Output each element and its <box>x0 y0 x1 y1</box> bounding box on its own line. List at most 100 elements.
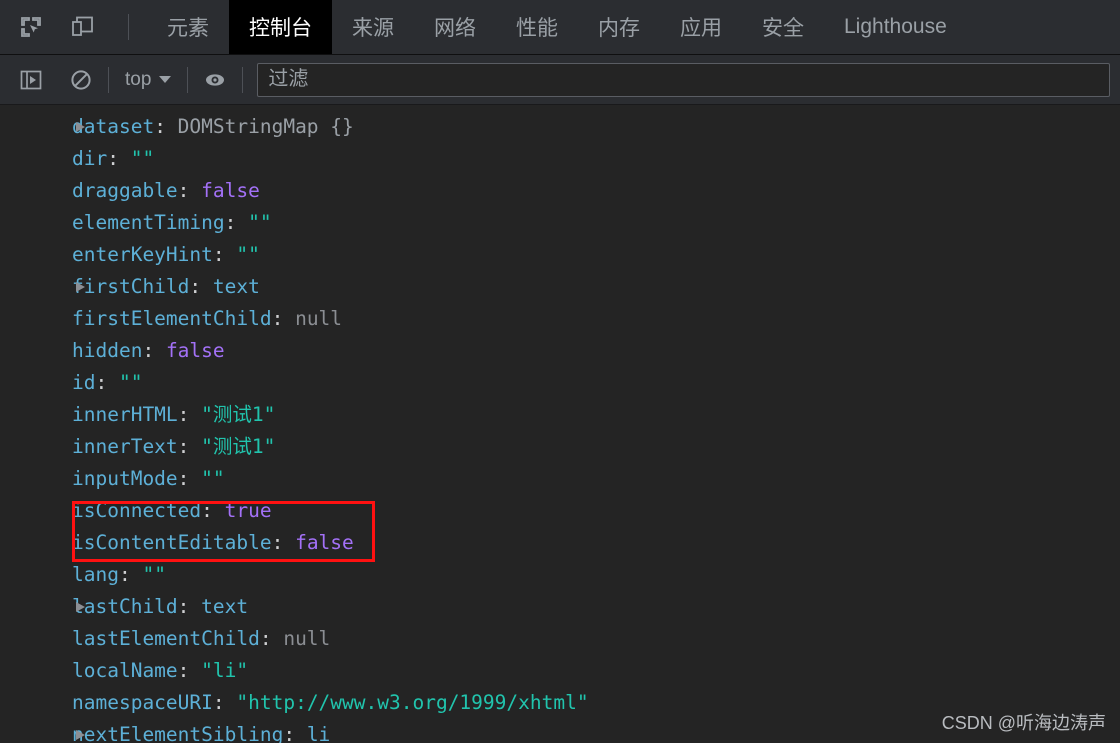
console-context-selector[interactable]: top <box>119 69 177 91</box>
property-colon: : <box>177 435 202 458</box>
property-value: "测试1" <box>201 435 276 458</box>
tab-security[interactable]: 安全 <box>742 0 824 54</box>
tab-label: 应用 <box>680 17 722 40</box>
devtools-left-tools <box>0 0 139 54</box>
property-value: text <box>201 595 249 618</box>
console-context-label: top <box>125 68 152 90</box>
console-property-row[interactable]: isContentEditable: false <box>0 527 1120 559</box>
property-value: "li" <box>201 659 249 682</box>
console-property-row[interactable]: elementTiming: "" <box>0 207 1120 239</box>
property-key: isContentEditable <box>72 531 272 554</box>
expand-triangle-icon[interactable] <box>76 122 85 132</box>
property-key: namespaceURI <box>72 691 213 714</box>
property-value: null <box>283 627 331 650</box>
inspect-element-icon[interactable] <box>14 10 48 44</box>
console-property-row[interactable]: dir: "" <box>0 143 1120 175</box>
property-value: text <box>212 275 260 298</box>
console-property-row[interactable]: hidden: false <box>0 335 1120 367</box>
property-value: "" <box>236 243 260 266</box>
property-colon: : <box>201 499 225 522</box>
toolbar-separator <box>128 14 129 40</box>
property-colon: : <box>177 659 202 682</box>
expand-triangle-icon[interactable] <box>76 282 85 292</box>
property-colon: : <box>271 531 296 554</box>
tab-label: 来源 <box>352 17 394 40</box>
chevron-down-icon <box>159 76 172 83</box>
property-key: dir <box>72 147 108 170</box>
property-colon: : <box>212 243 237 266</box>
toolbar-separator <box>242 66 244 93</box>
property-colon: : <box>154 115 178 138</box>
property-value: DOMStringMap {} <box>177 115 354 138</box>
property-value: "" <box>142 563 166 586</box>
console-toolbar: top <box>0 55 1120 105</box>
property-value: true <box>224 499 272 522</box>
expand-triangle-icon[interactable] <box>76 730 85 740</box>
property-key: lastChild <box>72 595 178 618</box>
tab-memory[interactable]: 内存 <box>578 0 660 54</box>
console-property-row[interactable]: firstElementChild: null <box>0 303 1120 335</box>
console-property-row[interactable]: dataset: DOMStringMap {} <box>0 111 1120 143</box>
toolbar-separator <box>187 66 189 93</box>
devtools-tabs: 元素 控制台 来源 网络 性能 内存 应用 安全 Lighthouse <box>147 0 967 54</box>
console-filter-input[interactable] <box>268 68 1099 91</box>
property-colon: : <box>283 723 307 743</box>
property-value: false <box>295 531 354 554</box>
tab-application[interactable]: 应用 <box>660 0 742 54</box>
property-colon: : <box>107 147 131 170</box>
console-property-row[interactable]: lastElementChild: null <box>0 623 1120 655</box>
device-toolbar-icon[interactable] <box>66 10 100 44</box>
property-value: false <box>201 179 260 202</box>
expand-triangle-icon[interactable] <box>76 602 85 612</box>
property-colon: : <box>212 691 237 714</box>
devtools-window: 元素 控制台 来源 网络 性能 内存 应用 安全 Lighthouse top … <box>0 0 1120 743</box>
property-colon: : <box>177 467 202 490</box>
console-property-row[interactable]: inputMode: "" <box>0 463 1120 495</box>
clear-console-icon[interactable] <box>64 63 98 97</box>
console-output[interactable]: dataset: DOMStringMap {} dir: "" draggable… <box>0 105 1120 743</box>
property-colon: : <box>224 211 249 234</box>
console-property-row[interactable]: id: "" <box>0 367 1120 399</box>
property-key: enterKeyHint <box>72 243 213 266</box>
console-sidebar-icon[interactable] <box>14 63 48 97</box>
property-value: li <box>306 723 331 743</box>
property-key: lang <box>72 563 119 586</box>
console-property-row[interactable]: lastChild: text <box>0 591 1120 623</box>
property-colon: : <box>95 371 119 394</box>
console-property-row[interactable]: lang: "" <box>0 559 1120 591</box>
console-property-row[interactable]: firstChild: text <box>0 271 1120 303</box>
console-filter-box[interactable] <box>257 62 1110 97</box>
tab-lighthouse[interactable]: Lighthouse <box>824 0 967 54</box>
tab-label: 内存 <box>598 17 640 40</box>
console-property-row[interactable]: isConnected: true <box>0 495 1120 527</box>
tab-console[interactable]: 控制台 <box>229 0 332 54</box>
property-key: firstChild <box>72 275 190 298</box>
property-key: isConnected <box>72 499 202 522</box>
property-colon: : <box>271 307 296 330</box>
tab-network[interactable]: 网络 <box>414 0 496 54</box>
property-colon: : <box>177 595 202 618</box>
console-property-row[interactable]: draggable: false <box>0 175 1120 207</box>
property-value: null <box>295 307 343 330</box>
property-value: "" <box>130 147 155 170</box>
property-colon: : <box>177 179 202 202</box>
property-key: id <box>72 371 96 394</box>
property-colon: : <box>142 339 166 362</box>
tab-elements[interactable]: 元素 <box>147 0 229 54</box>
tab-label: Lighthouse <box>844 15 947 38</box>
property-colon: : <box>259 627 284 650</box>
tab-performance[interactable]: 性能 <box>496 0 578 54</box>
property-key: innerHTML <box>72 403 178 426</box>
console-property-row[interactable]: innerText: "测试1" <box>0 431 1120 463</box>
live-expression-eye-icon[interactable] <box>198 63 232 97</box>
property-key: elementTiming <box>72 211 225 234</box>
property-colon: : <box>177 403 202 426</box>
property-key: innerText <box>72 435 178 458</box>
console-property-row[interactable]: innerHTML: "测试1" <box>0 399 1120 431</box>
console-property-row[interactable]: localName: "li" <box>0 655 1120 687</box>
property-key: localName <box>72 659 178 682</box>
tab-label: 安全 <box>762 17 804 40</box>
console-property-row[interactable]: enterKeyHint: "" <box>0 239 1120 271</box>
property-value: "" <box>118 371 143 394</box>
tab-sources[interactable]: 来源 <box>332 0 414 54</box>
